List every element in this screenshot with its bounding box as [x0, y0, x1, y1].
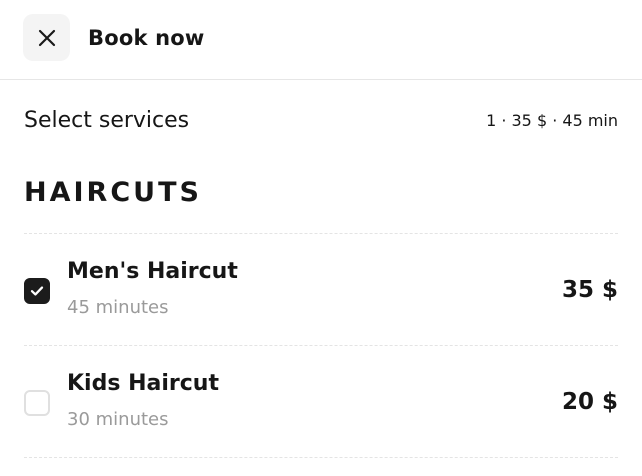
service-checkbox-unchecked[interactable] — [24, 390, 50, 416]
service-name: Kids Haircut — [67, 371, 219, 396]
divider — [24, 457, 618, 458]
selection-summary: 1 · 35 $ · 45 min — [486, 111, 618, 130]
service-item-kids-haircut[interactable]: Kids Haircut 30 minutes 20 $ — [0, 347, 642, 457]
service-duration: 30 minutes — [67, 409, 169, 430]
service-duration: 45 minutes — [67, 297, 169, 318]
service-price: 35 $ — [561, 277, 618, 303]
check-icon — [30, 282, 44, 301]
category-heading-haircuts: HAIRCUTS — [24, 177, 202, 208]
close-icon — [38, 29, 56, 47]
service-name: Men's Haircut — [67, 259, 238, 284]
divider — [24, 233, 618, 234]
close-button[interactable] — [23, 14, 70, 61]
divider — [24, 345, 618, 346]
service-checkbox-checked[interactable] — [24, 278, 50, 304]
page-title: Book now — [88, 26, 205, 50]
select-services-heading: Select services — [24, 108, 190, 133]
service-price: 20 $ — [561, 389, 618, 415]
top-bar: Book now — [0, 0, 642, 80]
service-item-mens-haircut[interactable]: Men's Haircut 45 minutes 35 $ — [0, 235, 642, 345]
